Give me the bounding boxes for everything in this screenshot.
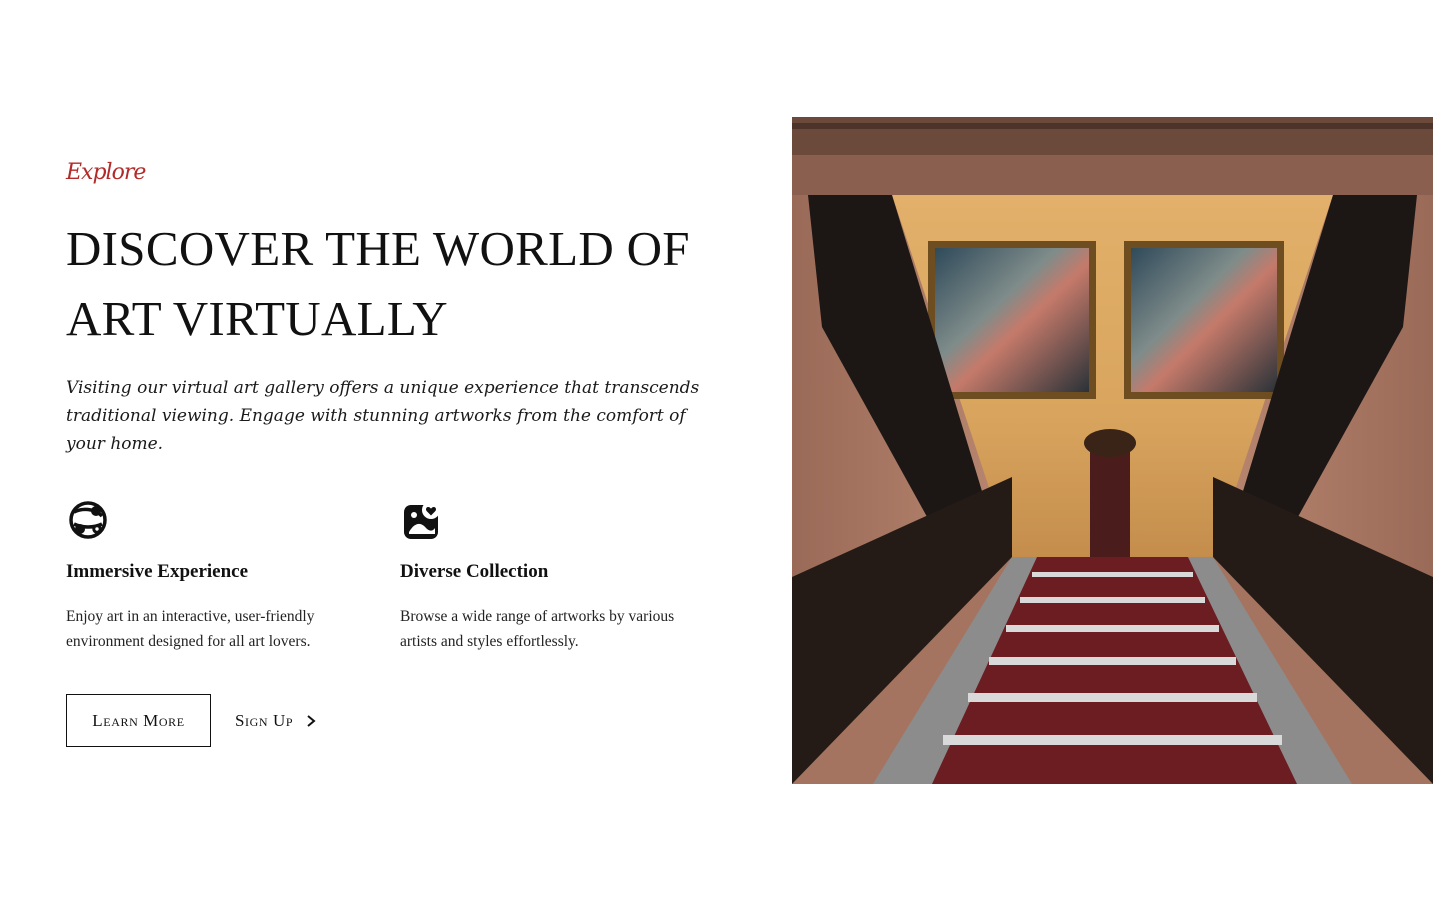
learn-more-button[interactable]: Learn More: [66, 694, 211, 747]
image-heart-icon: [404, 501, 440, 539]
feature-title: Immersive Experience: [66, 561, 249, 582]
feature-title: Diverse Collection: [400, 561, 549, 582]
hero-intro: Visiting our virtual art gallery offers …: [66, 378, 700, 454]
feature-diverse-collection: Diverse Collection Browse a wide range o…: [400, 498, 700, 654]
feature-immersive: Immersive Experience Enjoy art in an int…: [66, 498, 366, 654]
chevron-right-icon: [307, 714, 316, 727]
staircase-illustration: [792, 117, 1433, 784]
sign-up-button[interactable]: Sign Up: [235, 711, 317, 731]
feature-description: Browse a wide range of artworks by vario…: [400, 608, 675, 650]
sign-up-label: Sign Up: [235, 710, 294, 730]
immersive-icon: [69, 501, 107, 539]
feature-description: Enjoy art in an interactive, user-friend…: [66, 608, 315, 650]
hero-actions: Learn More Sign Up: [66, 694, 317, 747]
hero-content: Explore Discover the World of Art Virtua…: [66, 0, 746, 900]
hero-headline: Discover the World of Art Virtually: [66, 221, 690, 346]
gallery-staircase-image: [792, 117, 1433, 784]
hero-tagline: Explore: [66, 160, 146, 185]
